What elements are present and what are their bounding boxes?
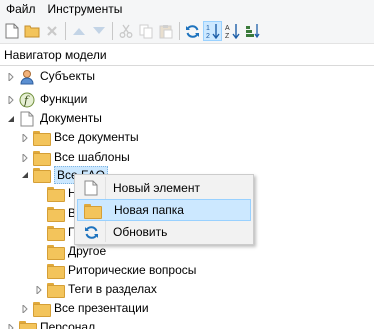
new-document-icon xyxy=(83,180,99,196)
folder-icon xyxy=(47,225,65,241)
expand-arrow-icon[interactable] xyxy=(34,285,44,295)
copy-button[interactable] xyxy=(136,21,155,41)
tree-node-all-presentations[interactable]: Все презентации xyxy=(20,299,149,318)
move-down-button[interactable] xyxy=(89,21,108,41)
tree-node-section-tags[interactable]: Теги в разделах xyxy=(34,280,157,299)
expand-arrow-icon[interactable] xyxy=(6,72,16,82)
context-menu-label: Новая папка xyxy=(114,202,184,217)
collapse-arrow-icon[interactable] xyxy=(20,170,30,180)
refresh-icon xyxy=(83,224,99,240)
tree-node-faq-child-1[interactable]: Н xyxy=(47,184,77,203)
svg-text:1: 1 xyxy=(206,25,210,32)
sort-alpha-icon: AZ xyxy=(225,24,240,39)
folder-icon xyxy=(47,263,65,279)
context-menu-label: Обновить xyxy=(113,224,168,239)
folder-icon xyxy=(33,150,51,166)
expand-arrow-icon[interactable] xyxy=(6,95,16,105)
menubar: Файл Инструменты xyxy=(0,0,374,19)
tree-node-rhetorical-questions[interactable]: Риторические вопросы xyxy=(47,261,196,280)
context-menu: Новый элемент Новая папка Обновить xyxy=(74,174,254,245)
move-up-icon xyxy=(72,28,85,35)
tree-node-label: Персонал xyxy=(40,320,96,329)
tree-node-all-documents[interactable]: Все документы xyxy=(20,128,139,147)
new-document-icon xyxy=(5,23,18,39)
folder-icon xyxy=(84,202,102,219)
tree-node-label: Риторические вопросы xyxy=(68,263,197,277)
collapse-arrow-icon[interactable] xyxy=(6,114,16,124)
move-down-icon xyxy=(92,27,105,34)
tree-node-label: Все документы xyxy=(54,130,139,144)
new-document-button[interactable] xyxy=(2,21,21,41)
folder-icon xyxy=(33,130,51,146)
tree-node-label: Все презентации xyxy=(54,301,149,315)
expand-arrow-icon[interactable] xyxy=(20,153,30,163)
folder-icon xyxy=(47,244,65,260)
svg-text:Z: Z xyxy=(225,33,230,39)
panel-title: Навигатор модели xyxy=(0,44,374,66)
tree-node-label: Субъекты xyxy=(40,69,95,83)
expand-arrow-icon[interactable] xyxy=(20,133,30,143)
sort-numeric-button[interactable]: 12 xyxy=(203,21,222,41)
move-up-button[interactable] xyxy=(69,21,88,41)
context-menu-new-element[interactable]: Новый элемент xyxy=(77,177,251,199)
sort-size-icon xyxy=(246,24,260,39)
tree-node-label: Функции xyxy=(40,92,88,106)
copy-icon xyxy=(139,24,152,38)
paste-icon xyxy=(159,24,172,38)
refresh-icon xyxy=(186,24,199,38)
sort-alpha-button[interactable]: AZ xyxy=(223,21,242,41)
tree-node-subjects[interactable]: Субъекты xyxy=(6,67,95,86)
svg-text:2: 2 xyxy=(206,33,210,39)
tree-node-documents[interactable]: Документы xyxy=(6,109,102,128)
menu-file[interactable]: Файл xyxy=(0,0,42,19)
folder-icon xyxy=(19,320,37,329)
svg-text:A: A xyxy=(225,25,230,32)
context-menu-label: Новый элемент xyxy=(113,180,200,195)
tree-node-faq-child-2[interactable]: В xyxy=(47,204,76,223)
sort-numeric-icon: 12 xyxy=(206,24,220,39)
tree-node-label: Документы xyxy=(40,111,102,125)
open-folder-icon xyxy=(24,25,39,38)
expand-arrow-icon[interactable] xyxy=(20,304,30,314)
delete-icon xyxy=(46,26,57,36)
folder-icon xyxy=(33,301,51,317)
toolbar-separator xyxy=(179,22,180,40)
folder-icon xyxy=(47,186,65,202)
paste-button[interactable] xyxy=(156,21,175,41)
folder-icon xyxy=(47,282,65,298)
tree-node-faq-child-3[interactable]: Г xyxy=(47,223,75,242)
document-icon xyxy=(19,111,35,127)
cut-icon xyxy=(119,24,132,38)
context-menu-refresh[interactable]: Обновить xyxy=(77,221,251,243)
refresh-button[interactable] xyxy=(183,21,202,41)
tree-node-personnel[interactable]: Персонал xyxy=(6,318,95,329)
context-menu-new-folder[interactable]: Новая папка xyxy=(77,199,251,221)
toolbar-separator xyxy=(112,22,113,40)
folder-icon xyxy=(33,167,51,183)
sort-size-button[interactable] xyxy=(243,21,262,41)
toolbar-separator xyxy=(65,22,66,40)
function-icon: f xyxy=(19,92,35,108)
delete-button[interactable] xyxy=(42,21,61,41)
cut-button[interactable] xyxy=(116,21,135,41)
menu-tools[interactable]: Инструменты xyxy=(42,0,129,19)
folder-icon xyxy=(47,206,65,222)
expand-arrow-icon[interactable] xyxy=(6,323,16,329)
tree-node-functions[interactable]: f Функции xyxy=(6,90,87,109)
toolbar: 12 AZ xyxy=(0,19,374,44)
tree-node-label: Теги в разделах xyxy=(68,282,157,296)
open-folder-button[interactable] xyxy=(22,21,41,41)
subjects-icon xyxy=(19,69,35,85)
